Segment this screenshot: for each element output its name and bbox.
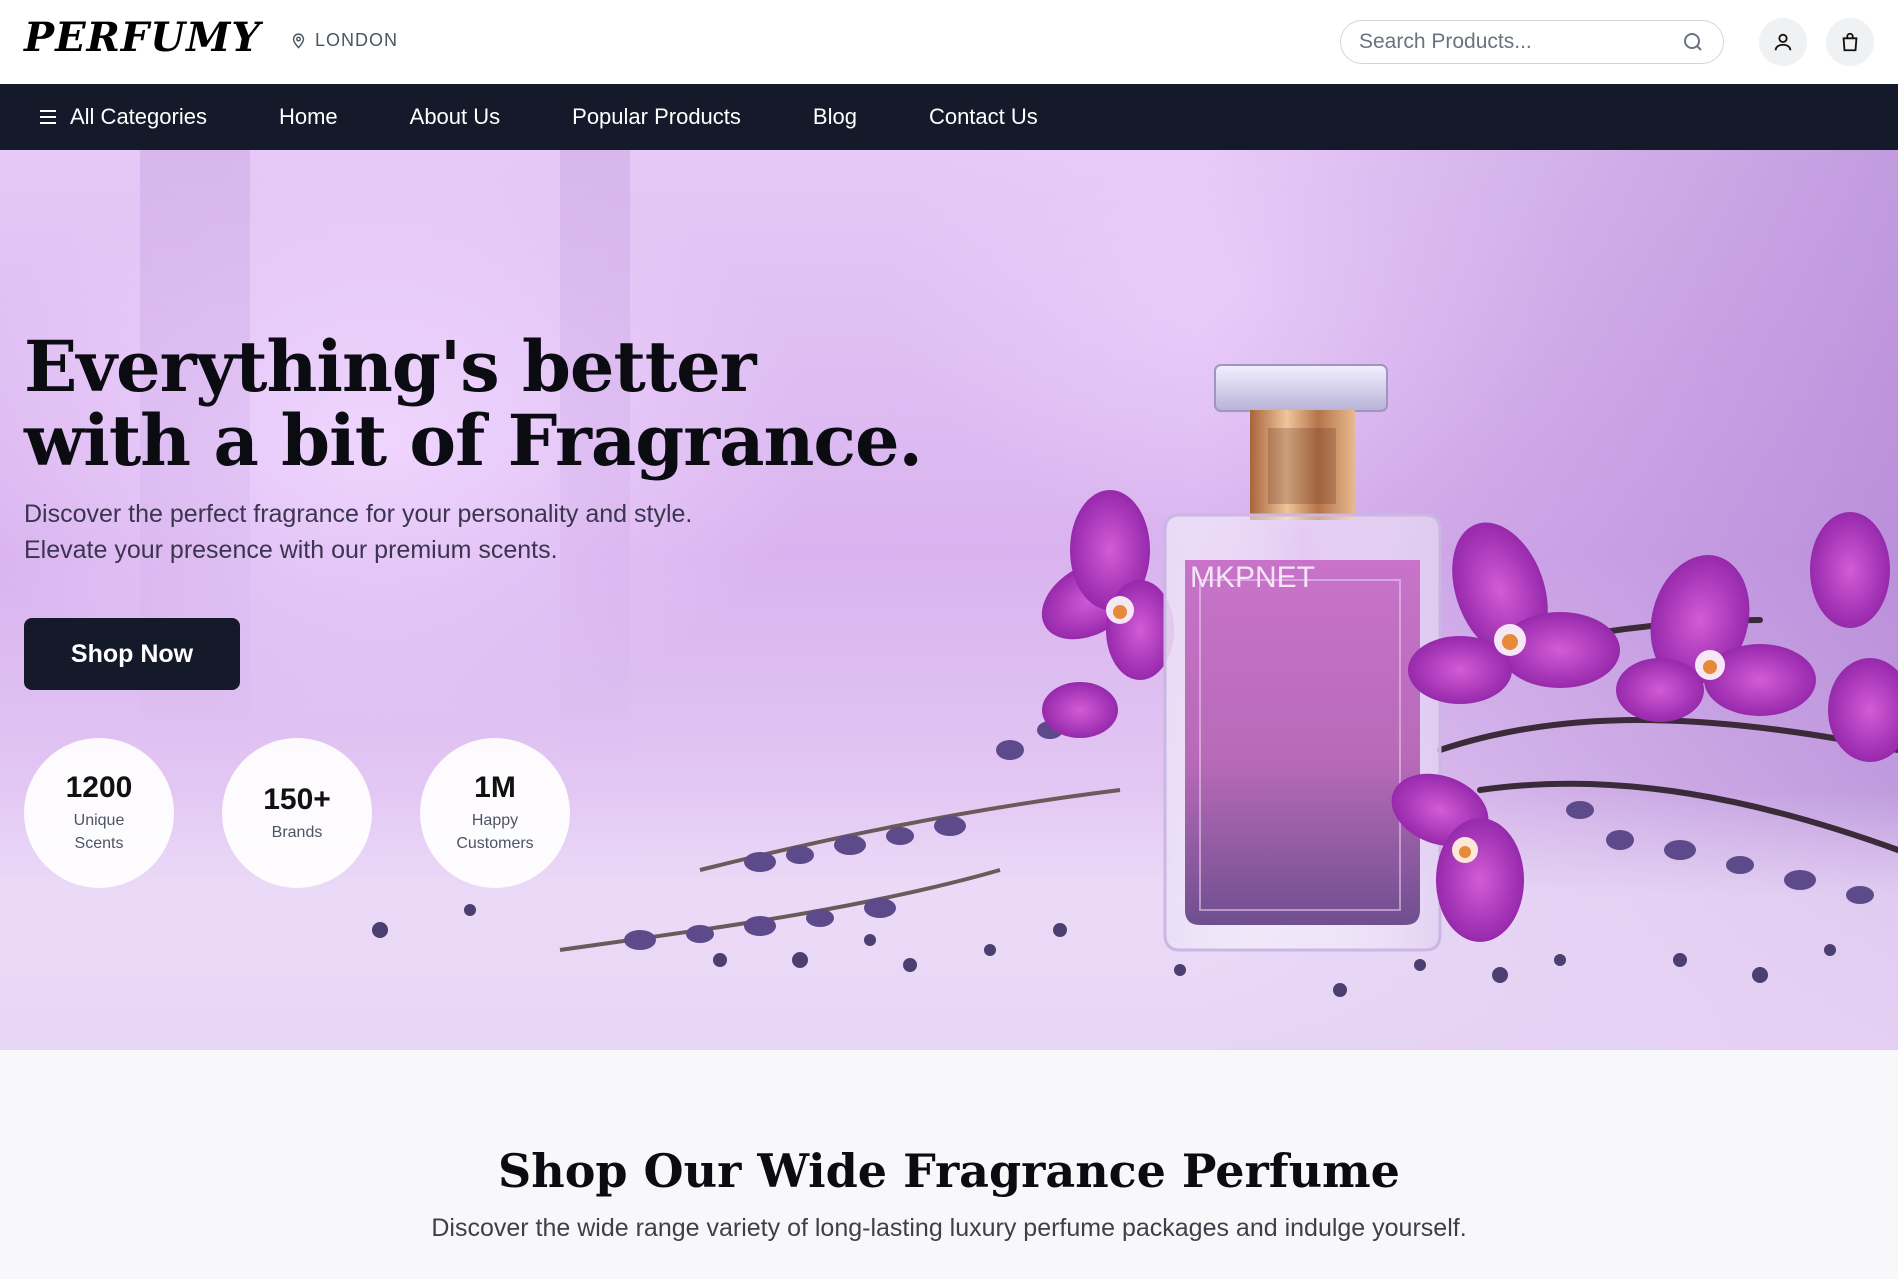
section-title: Shop Our Wide Fragrance Perfume — [498, 1144, 1400, 1198]
shopping-bag-icon — [1842, 32, 1858, 52]
section-subtitle: Discover the wide range variety of long-… — [431, 1214, 1467, 1242]
nav-home[interactable]: Home — [279, 104, 338, 130]
search-bar — [1340, 20, 1724, 64]
stat-label: Happy Customers — [456, 812, 534, 852]
hero-subtitle: Discover the perfect fragrance for your … — [24, 500, 693, 564]
location-label: LONDON — [315, 30, 399, 50]
site-header: PERFUMY LONDON — [0, 0, 1898, 84]
orchid-flowers-right — [1391, 512, 1898, 942]
bottle-label: MKPNET — [1190, 561, 1315, 594]
map-pin-icon — [292, 33, 305, 49]
main-navigation: All Categories Home About Us Popular Pro… — [0, 84, 1898, 150]
nav-contact-us[interactable]: Contact Us — [929, 104, 1038, 130]
perfume-bottle: MKPNET — [1163, 364, 1442, 952]
hero-title: Everything's better with a bit of Fragra… — [24, 325, 923, 482]
stat-unique-scents: 1200 Unique Scents — [24, 738, 174, 888]
shop-now-button[interactable]: Shop Now — [24, 618, 240, 690]
stat-value: 1M — [474, 771, 516, 804]
stat-value: 150+ — [263, 782, 331, 816]
stat-value: 1200 — [65, 771, 133, 804]
orchid-flowers-left — [1041, 490, 1174, 738]
stat-label: Brands — [271, 823, 323, 841]
stat-brands: 150+ Brands — [222, 738, 372, 888]
stat-happy-customers: 1M Happy Customers — [420, 738, 570, 888]
nav-about-us[interactable]: About Us — [410, 104, 501, 130]
brand-logo[interactable]: PERFUMY — [24, 14, 261, 61]
user-icon — [1774, 33, 1792, 51]
nav-popular-products[interactable]: Popular Products — [572, 104, 741, 130]
location-selector[interactable]: LONDON — [290, 30, 398, 51]
nav-all-categories[interactable]: All Categories — [38, 104, 207, 130]
hero-product-image: MKPNET — [372, 364, 1898, 997]
nav-label: All Categories — [70, 104, 207, 129]
cart-button[interactable] — [1826, 18, 1874, 66]
account-button[interactable] — [1759, 18, 1807, 66]
scattered-buds — [372, 904, 1836, 997]
stat-label: Unique Scents — [73, 812, 125, 852]
hamburger-menu-icon — [40, 110, 56, 124]
search-icon[interactable] — [1681, 30, 1705, 54]
nav-blog[interactable]: Blog — [813, 104, 857, 130]
search-input[interactable] — [1359, 30, 1681, 54]
